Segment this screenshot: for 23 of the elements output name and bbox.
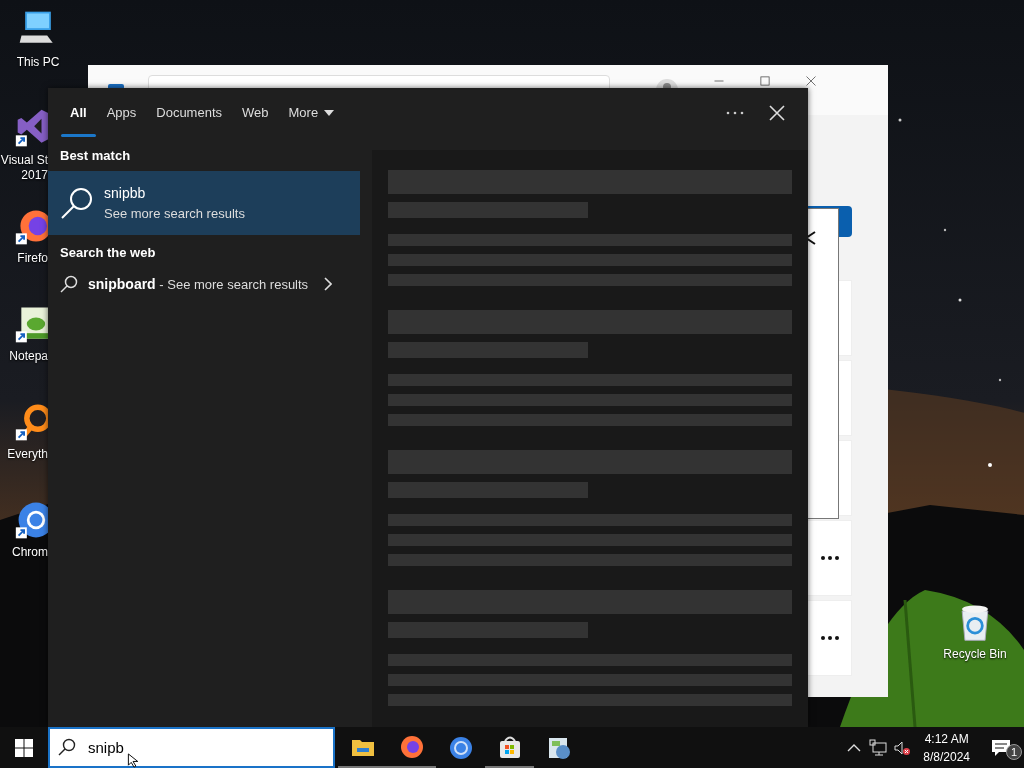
filter-tab[interactable]: All — [60, 88, 97, 138]
icon-label: Recycle Bin — [943, 647, 1007, 662]
clock-date: 8/8/2024 — [923, 748, 970, 766]
clock-time: 4:12 AM — [924, 730, 969, 748]
icon-label: This PC — [16, 55, 60, 70]
icon-label: Everyth — [7, 447, 48, 462]
result-item[interactable]: snipbb See more search results — [48, 171, 361, 235]
section-heading: Best match — [59, 147, 132, 165]
icon-label: Chrom — [12, 545, 48, 560]
filter-tab[interactable]: Apps — [96, 88, 147, 138]
filter-tab[interactable]: Web — [232, 88, 279, 138]
search-field[interactable]: snipb — [48, 727, 335, 768]
result-subtitle: See more search results — [104, 206, 245, 221]
web-result[interactable]: snipboard - See more search results — [48, 268, 361, 300]
filter-tab[interactable]: More — [278, 88, 345, 138]
icon-label: Visual St 2017 — [0, 153, 48, 183]
icon-label: Notepa — [9, 349, 48, 364]
icon-label: Firefo — [17, 251, 48, 266]
filter-tab[interactable]: Documents — [146, 88, 232, 138]
result-title: snipbb — [104, 185, 147, 201]
result-text: snipboard - See more search results — [88, 276, 309, 292]
section-heading: Search the web — [59, 244, 157, 262]
notification-badge: 1 — [1006, 744, 1022, 760]
